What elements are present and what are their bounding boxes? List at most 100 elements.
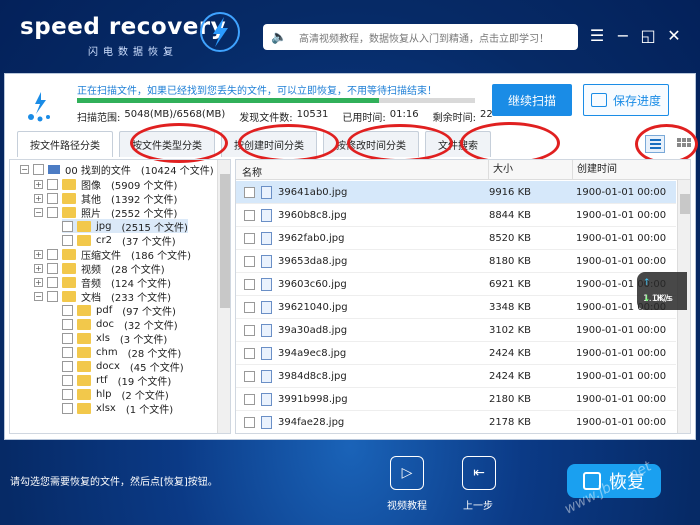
row-checkbox[interactable] bbox=[244, 255, 255, 267]
image-file-icon bbox=[261, 231, 272, 245]
table-row[interactable]: 3960b8c8.jpg 8844 KB 1900-01-01 00:00 bbox=[236, 204, 676, 227]
table-row[interactable]: 3984d8c8.jpg 2424 KB 1900-01-01 00:00 bbox=[236, 365, 676, 388]
folder-tree: −00 找到的文件 (10424 个文件) + 图像 (5909 个文件) + 其他 (1… bbox=[9, 159, 231, 434]
tree-checkbox[interactable] bbox=[47, 290, 58, 302]
tutorial-banner[interactable]: 🔈 高清视频教程，数据恢复从入门到精通，点击立即学习！ bbox=[263, 24, 578, 50]
tree-item[interactable]: −00 找到的文件 (10424 个文件) bbox=[20, 162, 214, 177]
row-checkbox[interactable] bbox=[244, 186, 255, 198]
row-checkbox[interactable] bbox=[244, 370, 255, 382]
annotation-circle bbox=[635, 124, 698, 164]
tree-checkbox[interactable] bbox=[47, 248, 58, 260]
continue-scan-button[interactable]: 继续扫描 bbox=[492, 84, 572, 116]
tree-item[interactable]: doc (32 个文件) bbox=[62, 317, 178, 332]
tree-item[interactable]: hlp (2 个文件) bbox=[62, 387, 169, 402]
tab-by-path[interactable]: 按文件路径分类 bbox=[17, 131, 113, 157]
tree-item[interactable]: xls (3 个文件) bbox=[62, 331, 167, 346]
tree-item[interactable]: chm (28 个文件) bbox=[62, 345, 181, 360]
table-row[interactable]: 394a9ec8.jpg 2424 KB 1900-01-01 00:00 bbox=[236, 342, 676, 365]
tree-checkbox[interactable] bbox=[62, 402, 73, 414]
table-row[interactable]: 394fae28.jpg 2178 KB 1900-01-01 00:00 bbox=[236, 411, 676, 433]
tree-checkbox[interactable] bbox=[62, 346, 73, 358]
collapse-icon[interactable]: − bbox=[20, 164, 29, 174]
folder-icon bbox=[62, 248, 76, 260]
column-size[interactable]: 大小 bbox=[488, 160, 513, 180]
tree-checkbox[interactable] bbox=[62, 360, 73, 372]
image-file-icon bbox=[261, 323, 272, 337]
tree-checkbox[interactable] bbox=[62, 234, 73, 246]
row-checkbox[interactable] bbox=[244, 278, 255, 290]
video-tutorial-button[interactable]: ▷ bbox=[390, 456, 424, 490]
up-arrow-icon: ↑ bbox=[643, 278, 651, 288]
main-panel: 正在扫描文件，如果已经找到您丢失的文件，可以立即恢复，不用等待扫描结束！ 扫描范… bbox=[4, 73, 698, 440]
tree-item[interactable]: − 照片 (2552 个文件) bbox=[34, 205, 177, 220]
folder-icon bbox=[77, 402, 91, 414]
tree-item[interactable]: pdf (97 个文件) bbox=[62, 303, 176, 318]
tree-checkbox[interactable] bbox=[62, 304, 73, 316]
expand-icon[interactable]: + bbox=[34, 193, 43, 203]
column-name[interactable]: 名称 bbox=[242, 164, 262, 179]
table-row[interactable]: 39641ab0.jpg 9916 KB 1900-01-01 00:00 bbox=[236, 181, 676, 204]
row-checkbox[interactable] bbox=[244, 324, 255, 336]
row-checkbox[interactable] bbox=[244, 416, 255, 428]
folder-icon bbox=[62, 276, 76, 288]
tree-checkbox[interactable] bbox=[62, 388, 73, 400]
tree-item[interactable]: + 图像 (5909 个文件) bbox=[34, 177, 177, 192]
tree-item[interactable]: + 其他 (1392 个文件) bbox=[34, 191, 177, 206]
row-checkbox[interactable] bbox=[244, 347, 255, 359]
tree-scroll-thumb[interactable] bbox=[220, 174, 230, 308]
close-icon[interactable]: ✕ bbox=[664, 26, 684, 46]
tree-item[interactable]: rtf (19 个文件) bbox=[62, 373, 171, 388]
tree-checkbox[interactable] bbox=[62, 220, 73, 232]
row-checkbox[interactable] bbox=[244, 232, 255, 244]
row-checkbox[interactable] bbox=[244, 301, 255, 313]
tree-item[interactable]: + 音频 (124 个文件) bbox=[34, 275, 171, 290]
tree-checkbox[interactable] bbox=[47, 206, 58, 218]
expand-icon[interactable]: + bbox=[34, 179, 43, 189]
tree-checkbox[interactable] bbox=[62, 374, 73, 386]
table-row[interactable]: 3991b998.jpg 2180 KB 1900-01-01 00:00 bbox=[236, 388, 676, 411]
table-row[interactable]: 39653da8.jpg 8180 KB 1900-01-01 00:00 bbox=[236, 250, 676, 273]
image-file-icon bbox=[261, 369, 272, 383]
tree-checkbox[interactable] bbox=[47, 178, 58, 190]
collapse-icon[interactable]: − bbox=[34, 207, 43, 217]
file-list-scroll-thumb[interactable] bbox=[680, 194, 690, 214]
folder-icon bbox=[62, 178, 76, 190]
tree-item[interactable]: + 视频 (28 个文件) bbox=[34, 261, 165, 276]
expand-icon[interactable]: + bbox=[34, 249, 43, 259]
collapse-icon[interactable]: − bbox=[34, 291, 43, 301]
row-checkbox[interactable] bbox=[244, 209, 255, 221]
table-row[interactable]: 39603c60.jpg 6921 KB 1900-01-01 00:00 bbox=[236, 273, 676, 296]
scan-progress-bar bbox=[77, 98, 475, 103]
menu-icon[interactable]: ☰ bbox=[587, 26, 607, 46]
tree-checkbox[interactable] bbox=[47, 276, 58, 288]
save-progress-button[interactable]: 保存进度 bbox=[583, 84, 669, 116]
tree-item[interactable]: xlsx (1 个文件) bbox=[62, 401, 173, 416]
tree-checkbox[interactable] bbox=[62, 318, 73, 330]
expand-icon[interactable]: + bbox=[34, 277, 43, 287]
found-label: 发现文件数: bbox=[239, 113, 293, 124]
table-row[interactable]: 3962fab0.jpg 8520 KB 1900-01-01 00:00 bbox=[236, 227, 676, 250]
back-button[interactable]: ⇤ bbox=[462, 456, 496, 490]
range-value: 5048(MB)/6568(MB) bbox=[124, 109, 226, 120]
image-file-icon bbox=[261, 185, 272, 199]
tree-item[interactable]: jpg (2515 个文件) bbox=[62, 219, 188, 234]
tree-item[interactable]: − 文档 (233 个文件) bbox=[34, 289, 171, 304]
tree-scrollbar[interactable] bbox=[217, 160, 230, 433]
tree-item[interactable]: cr2 (37 个文件) bbox=[62, 233, 176, 248]
table-row[interactable]: 39a30ad8.jpg 3102 KB 1900-01-01 00:00 bbox=[236, 319, 676, 342]
tree-checkbox[interactable] bbox=[47, 192, 58, 204]
tree-item[interactable]: docx (45 个文件) bbox=[62, 359, 184, 374]
expand-icon[interactable]: + bbox=[34, 263, 43, 273]
tree-checkbox[interactable] bbox=[47, 262, 58, 274]
folder-icon bbox=[77, 220, 91, 232]
minimize-icon[interactable]: − bbox=[613, 26, 633, 46]
image-file-icon bbox=[261, 277, 272, 291]
row-checkbox[interactable] bbox=[244, 393, 255, 405]
tree-item[interactable]: + 压缩文件 (186 个文件) bbox=[34, 247, 191, 262]
tree-checkbox[interactable] bbox=[33, 163, 44, 175]
table-row[interactable]: 39621040.jpg 3348 KB 1900-01-01 00:00 bbox=[236, 296, 676, 319]
back-icon: ⇤ bbox=[473, 465, 485, 481]
column-created[interactable]: 创建时间 bbox=[572, 160, 617, 180]
maximize-icon[interactable]: ◱ bbox=[638, 26, 658, 46]
tree-checkbox[interactable] bbox=[62, 332, 73, 344]
